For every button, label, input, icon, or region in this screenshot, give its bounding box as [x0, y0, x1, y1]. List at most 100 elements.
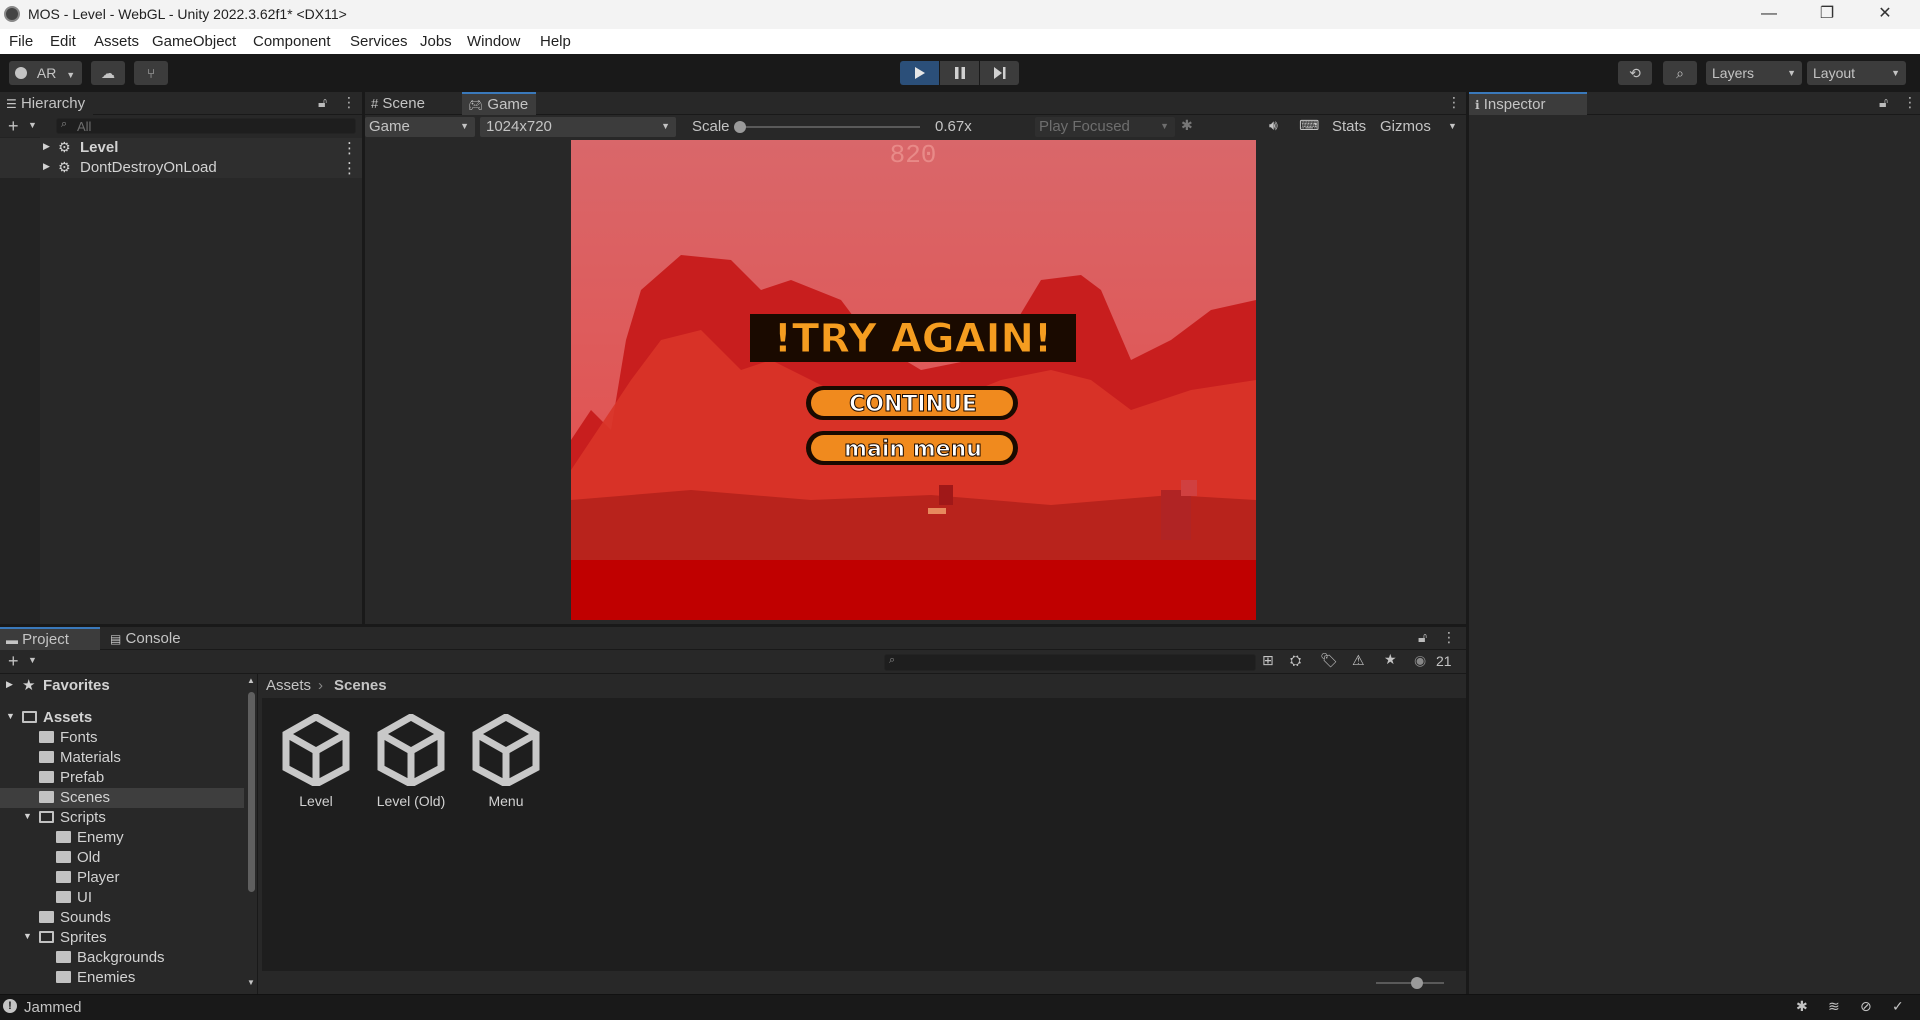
hierarchy-search-field[interactable]: ⌕ All [56, 118, 356, 134]
more-menu-icon[interactable]: ⋮ [1442, 629, 1456, 646]
expand-arrow-icon[interactable]: ▶ [43, 161, 50, 172]
scale-slider-track[interactable] [740, 126, 920, 128]
tree-item-enemies[interactable]: Enemies [0, 968, 244, 988]
menu-edit[interactable]: Edit [50, 33, 76, 50]
tree-item-ui[interactable]: UI [0, 888, 244, 908]
hierarchy-row-level[interactable]: ▶ ⚙ Level ⋮ [0, 138, 362, 158]
version-control-button[interactable]: ⑂ [134, 61, 168, 85]
continue-button[interactable]: CONTINUE [806, 386, 1018, 420]
check-icon[interactable]: ✓ [1892, 998, 1904, 1015]
menu-window[interactable]: Window [467, 33, 520, 50]
scale-slider-handle[interactable] [734, 121, 746, 133]
more-menu-icon[interactable]: ⋮ [342, 159, 357, 177]
play-focus-dropdown[interactable]: Play Focused ▼ [1035, 117, 1175, 137]
step-button[interactable] [980, 61, 1019, 85]
add-icon[interactable]: + [8, 651, 19, 672]
tree-item-player[interactable]: Player [0, 868, 244, 888]
tree-item-assets[interactable]: ▼ Assets [0, 708, 244, 728]
expand-arrow-icon[interactable]: ▶ [6, 679, 13, 690]
tree-item-scripts[interactable]: ▼ Scripts [0, 808, 244, 828]
audio-icon[interactable]: 🔊︎ [1269, 117, 1278, 134]
tree-item-sprites[interactable]: ▼ Sprites [0, 928, 244, 948]
label-filter-icon[interactable]: 🏷︎ [1320, 652, 1338, 669]
tab-game[interactable]: 🎮︎ Game [462, 92, 537, 115]
tree-item-materials[interactable]: Materials [0, 748, 244, 768]
tab-scene[interactable]: # Scene [365, 92, 433, 115]
play-button[interactable] [900, 61, 939, 85]
expand-arrow-icon[interactable]: ▼ [23, 931, 32, 941]
main-menu-button[interactable]: main menu [806, 431, 1018, 465]
scrollbar-thumb[interactable] [248, 692, 255, 892]
chevron-down-icon[interactable]: ▼ [28, 655, 37, 665]
more-menu-icon[interactable]: ⋮ [342, 139, 357, 157]
lock-icon[interactable]: 🔓︎ [318, 94, 327, 111]
asset-scene-menu[interactable]: Menu [461, 712, 551, 809]
debug-icon[interactable]: ✱ [1796, 998, 1808, 1015]
expand-arrow-icon[interactable]: ▼ [23, 811, 32, 821]
filter-by-type-icon[interactable]: ⛭ [1290, 652, 1301, 669]
network-icon[interactable]: ⊘ [1860, 998, 1872, 1015]
menu-gameobject[interactable]: GameObject [152, 33, 236, 50]
tree-item-enemy[interactable]: Enemy [0, 828, 244, 848]
icon-size-slider-handle[interactable] [1410, 977, 1423, 989]
menu-help[interactable]: Help [540, 33, 571, 50]
resolution-dropdown[interactable]: 1024x720 ▼ [480, 117, 676, 137]
search-button[interactable]: ⌕ [1663, 61, 1697, 85]
restore-button[interactable]: ❐ [1798, 0, 1856, 29]
pause-button[interactable] [940, 61, 979, 85]
expand-arrow-icon[interactable]: ▼ [6, 711, 15, 721]
gizmos-button[interactable]: Gizmos [1380, 118, 1431, 135]
eye-icon[interactable]: ◉ [1414, 652, 1426, 669]
tree-favorites[interactable]: ▶ ★ Favorites [0, 676, 244, 696]
menu-jobs[interactable]: Jobs [420, 33, 452, 50]
add-icon[interactable]: + [8, 116, 19, 137]
project-search-field[interactable]: ⌕ [884, 654, 1256, 671]
minimize-button[interactable]: — [1740, 0, 1798, 29]
tab-console[interactable]: ▤ Console [104, 627, 189, 650]
tree-item-backgrounds[interactable]: Backgrounds [0, 948, 244, 968]
tree-scrollbar[interactable]: ▲ ▼ [246, 676, 256, 991]
tree-item-fonts[interactable]: Fonts [0, 728, 244, 748]
more-menu-icon[interactable]: ⋮ [1903, 94, 1917, 111]
status-message[interactable]: Jammed [24, 999, 82, 1016]
tree-item-scenes[interactable]: Scenes [0, 788, 244, 808]
layout-dropdown[interactable]: Layout ▼ [1807, 61, 1906, 85]
game-render[interactable]: 820 !TRY AGAIN! CONTINUE main menu [571, 140, 1256, 620]
account-dropdown[interactable]: AR ▼ [9, 61, 82, 85]
scroll-down-icon[interactable]: ▼ [247, 978, 255, 987]
menu-assets[interactable]: Assets [94, 33, 139, 50]
hierarchy-row-dontdestroyonload[interactable]: ▶ ⚙ DontDestroyOnLoad ⋮ [0, 158, 362, 178]
lock-icon[interactable]: 🔓︎ [1879, 94, 1888, 111]
expand-arrow-icon[interactable]: ▶ [43, 141, 50, 152]
tree-item-prefab[interactable]: Prefab [0, 768, 244, 788]
undo-history-button[interactable]: ⟲ [1618, 61, 1652, 85]
layers-dropdown[interactable]: Layers ▼ [1706, 61, 1802, 85]
close-button[interactable]: ✕ [1856, 0, 1914, 29]
more-menu-icon[interactable]: ⋮ [342, 94, 356, 111]
menu-file[interactable]: File [9, 33, 33, 50]
breadcrumb-scenes[interactable]: Scenes [334, 677, 387, 694]
search-by-type-icon[interactable]: ⊞ [1262, 652, 1274, 669]
keyboard-icon[interactable]: ⌨ [1299, 117, 1319, 134]
chevron-down-icon[interactable]: ▼ [1448, 121, 1457, 131]
warning-filter-icon[interactable]: ⚠ [1352, 652, 1365, 669]
asset-scene-level[interactable]: Level [271, 712, 361, 809]
more-menu-icon[interactable]: ⋮ [1447, 94, 1461, 111]
asset-scene-level-old[interactable]: Level (Old) [366, 712, 456, 809]
chevron-down-icon[interactable]: ▼ [28, 120, 37, 130]
tab-hierarchy[interactable]: ☰ Hierarchy [0, 92, 94, 115]
tab-inspector[interactable]: ℹ Inspector [1469, 92, 1587, 115]
cloud-button[interactable]: ☁ [91, 61, 125, 85]
stats-button[interactable]: Stats [1332, 118, 1366, 135]
star-icon[interactable]: ★ [1384, 651, 1397, 668]
tab-project[interactable]: ▬ Project [0, 627, 100, 650]
lock-icon[interactable]: 🔓︎ [1418, 629, 1427, 646]
display-dropdown[interactable]: Game ▼ [365, 117, 475, 137]
tree-item-old[interactable]: Old [0, 848, 244, 868]
menu-services[interactable]: Services [350, 33, 408, 50]
breadcrumb-assets[interactable]: Assets [266, 677, 311, 694]
cache-server-icon[interactable]: ≋ [1828, 998, 1840, 1015]
tree-item-sounds[interactable]: Sounds [0, 908, 244, 928]
bug-icon[interactable]: ✱ [1181, 117, 1193, 134]
scroll-up-icon[interactable]: ▲ [247, 676, 255, 685]
